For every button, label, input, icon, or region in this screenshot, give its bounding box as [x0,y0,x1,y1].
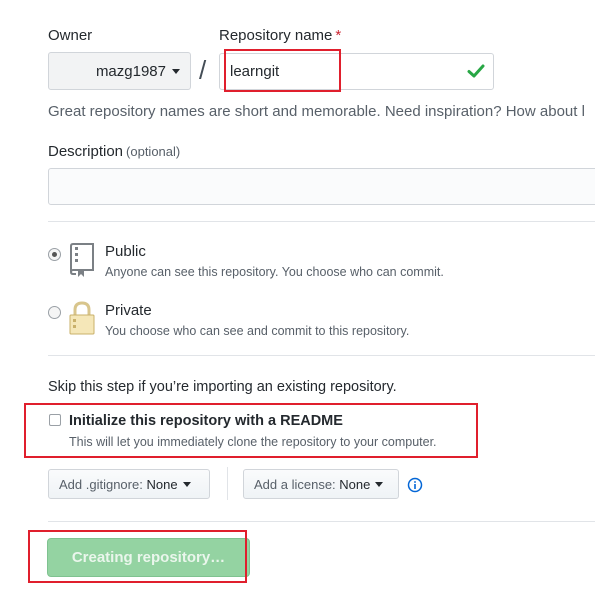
license-select[interactable]: Add a license: None [243,469,399,499]
create-repository-button[interactable]: Creating repository… [47,538,250,577]
license-prefix: Add a license: [254,476,336,492]
divider [48,521,595,522]
readme-subtitle: This will let you immediately clone the … [69,435,437,449]
owner-repo-separator: / [199,55,207,85]
owner-select[interactable]: mazg1987 [48,52,191,90]
divider [48,355,595,356]
gitignore-value: None [146,476,178,492]
optional-tag: (optional) [126,144,181,159]
public-title: Public [105,243,146,260]
readme-checkbox[interactable] [49,414,61,426]
repo-book-icon [70,243,94,277]
check-icon [467,64,485,78]
repository-name-hint: Great repository names are short and mem… [48,103,585,120]
description-input[interactable] [48,168,595,205]
public-subtitle: Anyone can see this repository. You choo… [105,265,444,279]
public-radio[interactable] [48,248,61,261]
owner-value: mazg1987 [95,62,166,80]
chevron-down-icon [172,68,180,74]
chevron-down-icon [182,481,191,487]
repository-name-label-text: Repository name [219,27,333,44]
required-mark: * [335,27,342,44]
repository-name-input[interactable]: learngit [219,53,494,90]
chevron-down-icon [375,481,384,487]
info-icon[interactable] [407,477,423,493]
repository-name-label: Repository name * [219,27,341,44]
lock-icon [69,301,95,335]
gitignore-select[interactable]: Add .gitignore: None [48,469,210,499]
divider [48,221,595,222]
description-label-text: Description [48,143,124,160]
vertical-divider [227,467,228,500]
private-subtitle: You choose who can see and commit to thi… [105,324,410,338]
owner-label: Owner [48,27,93,44]
gitignore-prefix: Add .gitignore: [59,476,143,492]
readme-title[interactable]: Initialize this repository with a README [69,413,343,429]
private-radio[interactable] [48,306,61,319]
skip-text: Skip this step if you’re importing an ex… [48,379,397,395]
license-value: None [339,476,371,492]
private-title: Private [105,302,152,319]
description-label: Description (optional) [48,143,180,160]
highlight-box-readme [24,403,478,458]
